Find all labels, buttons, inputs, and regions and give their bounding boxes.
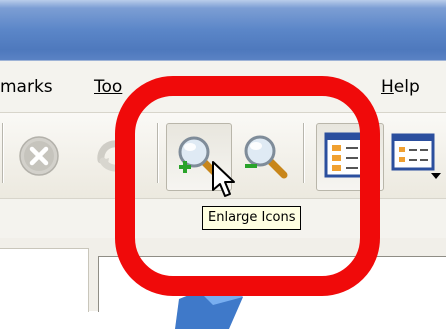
details-view-button[interactable] [388, 123, 446, 189]
toolbar-separator [2, 123, 4, 183]
menu-help-mnemonic: H [381, 77, 394, 97]
tooltip: Enlarge Icons [202, 206, 302, 230]
stop-icon [19, 136, 59, 176]
menu-help-rest: elp [393, 77, 420, 97]
menu-tools[interactable]: Too [94, 77, 122, 97]
window-titlebar[interactable] [0, 0, 446, 60]
menu-bookmarks[interactable]: marks [0, 77, 53, 97]
details-view-icon [391, 133, 441, 179]
mouse-pointer-icon [212, 161, 235, 197]
highlight-annotation [115, 76, 380, 296]
menu-help[interactable]: Help [381, 77, 420, 97]
sidebar-pane[interactable] [0, 248, 89, 312]
stop-button[interactable] [10, 123, 68, 189]
